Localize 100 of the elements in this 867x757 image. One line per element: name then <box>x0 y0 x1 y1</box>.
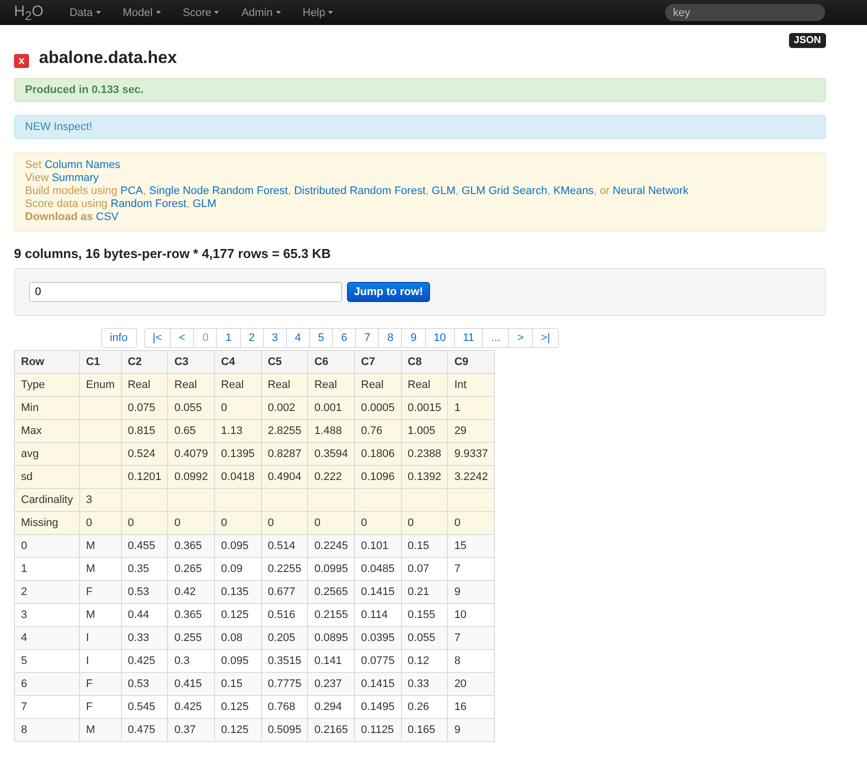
table-cell <box>79 396 122 420</box>
action-link[interactable]: Summary <box>52 172 99 184</box>
table-cell: 0.8287 <box>261 442 308 466</box>
table-cell <box>121 488 168 512</box>
nav-menu[interactable]: Help <box>302 6 334 18</box>
close-button[interactable]: x <box>14 54 29 68</box>
table-cell: Max <box>14 420 80 442</box>
table-cell: 0 <box>121 512 168 534</box>
page-link[interactable]: 11 <box>454 329 482 347</box>
action-link[interactable]: PCA <box>120 185 144 197</box>
table-cell: 0.415 <box>168 672 215 696</box>
table-cell: 0.3515 <box>261 650 308 672</box>
table-cell: 0.514 <box>261 534 308 558</box>
caret-icon <box>214 11 220 14</box>
action-link[interactable]: Neural Network <box>612 185 688 197</box>
table-cell: 0.5095 <box>261 718 308 742</box>
table-cell: 2 <box>14 580 80 604</box>
column-header: Row <box>14 350 80 374</box>
table-cell: 0.255 <box>168 626 215 650</box>
table-cell: 0.2565 <box>308 580 354 604</box>
table-cell: 0.53 <box>121 672 168 696</box>
column-header: C9 <box>448 350 494 374</box>
action-link[interactable]: Column Names <box>44 159 120 171</box>
table-cell: 0.475 <box>121 718 168 742</box>
page-title: abalone.data.hex <box>39 48 177 68</box>
page-link[interactable]: 9 <box>401 329 425 347</box>
nav-menu[interactable]: Admin <box>241 6 281 18</box>
page-link[interactable]: |< <box>144 329 170 347</box>
table-cell: 2.8255 <box>261 420 308 442</box>
page-link[interactable]: 4 <box>286 329 309 347</box>
table-cell: Min <box>14 396 80 420</box>
action-line: Build models using PCA, Single Node Random Forest, Distributed Random Forest, GLM, GLM Grid Search, KMeans, or Neural Network <box>25 185 690 198</box>
table-cell: 0.2388 <box>401 442 448 466</box>
page-link[interactable]: ... <box>482 329 508 347</box>
info-button[interactable]: info <box>100 328 137 348</box>
table-cell: 1.488 <box>308 420 354 442</box>
table-cell: 0.07 <box>401 558 448 580</box>
table-cell: 0.0015 <box>401 396 448 420</box>
table-cell: 9 <box>448 718 494 742</box>
table-cell <box>79 420 122 442</box>
page-link[interactable]: 0 <box>193 329 216 347</box>
info-alert[interactable]: NEW Inspect! <box>14 115 826 139</box>
table-cell: 0.365 <box>168 604 215 626</box>
logo[interactable]: H$_{2}$O <box>14 2 44 22</box>
table-cell: 7 <box>448 558 494 580</box>
table-cell: 0.37 <box>168 718 215 742</box>
action-link[interactable]: KMeans <box>553 185 594 197</box>
action-link[interactable]: Distributed Random Forest <box>294 185 426 197</box>
table-cell: 0.001 <box>308 396 354 420</box>
page-link[interactable]: > <box>508 329 532 347</box>
jump-button[interactable]: Jump to row! <box>347 282 430 302</box>
json-button[interactable]: JSON <box>788 33 826 48</box>
table-cell: Real <box>308 374 354 396</box>
page-link[interactable]: 8 <box>378 329 402 347</box>
table-cell: Type <box>14 374 80 396</box>
table-cell: F <box>79 696 122 718</box>
table-cell: 0.365 <box>168 534 215 558</box>
table-cell: 3 <box>79 488 122 512</box>
nav-menu[interactable]: Model <box>122 6 161 18</box>
action-link[interactable]: Single Node Random Forest <box>149 185 288 197</box>
page-link[interactable]: 6 <box>332 329 356 347</box>
table-cell: 9.9337 <box>448 442 494 466</box>
table-cell: 15 <box>448 534 494 558</box>
table-cell: 0.1392 <box>401 466 448 488</box>
table-cell: 0.205 <box>261 626 308 650</box>
page-link[interactable]: 2 <box>240 329 263 347</box>
action-link[interactable]: GLM <box>432 185 456 197</box>
page-link[interactable]: 10 <box>424 329 454 347</box>
page-link[interactable]: < <box>170 329 194 347</box>
table-cell: 1 <box>14 558 80 580</box>
table-cell: avg <box>14 442 80 466</box>
action-link[interactable]: CSV <box>96 211 119 223</box>
nav-menu[interactable]: Data <box>69 6 101 18</box>
table-cell: 0.76 <box>354 420 402 442</box>
table-cell: 4 <box>14 626 80 650</box>
table-cell: Real <box>354 374 402 396</box>
caret-icon <box>156 11 161 14</box>
page-link[interactable]: >| <box>532 329 558 347</box>
search-field[interactable]: key <box>665 4 825 21</box>
page-link[interactable]: 5 <box>308 329 332 347</box>
table-cell: 0.0005 <box>354 396 402 420</box>
page-link[interactable]: 7 <box>355 329 378 347</box>
action-link[interactable]: GLM Grid Search <box>462 185 548 197</box>
table-cell: 0.1806 <box>354 442 402 466</box>
page-link[interactable]: 3 <box>262 329 286 347</box>
action-line: Score data using Random Forest, GLM <box>25 198 218 211</box>
table-cell: 0.135 <box>214 580 262 604</box>
action-link[interactable]: Random Forest <box>110 198 186 210</box>
table-cell: 0.1125 <box>354 718 402 742</box>
table-cell: 0.15 <box>214 672 262 696</box>
action-link[interactable]: GLM <box>192 198 216 210</box>
table-cell: 8 <box>14 718 80 742</box>
table-cell <box>354 488 402 512</box>
table-cell: 20 <box>448 672 494 696</box>
table-cell: 0 <box>401 512 448 534</box>
row-input[interactable]: 0 <box>29 282 342 302</box>
table-cell: 0.125 <box>214 696 262 718</box>
page-link[interactable]: 1 <box>216 329 240 347</box>
nav-menu[interactable]: Score <box>182 6 220 18</box>
table-cell: M <box>79 558 122 580</box>
